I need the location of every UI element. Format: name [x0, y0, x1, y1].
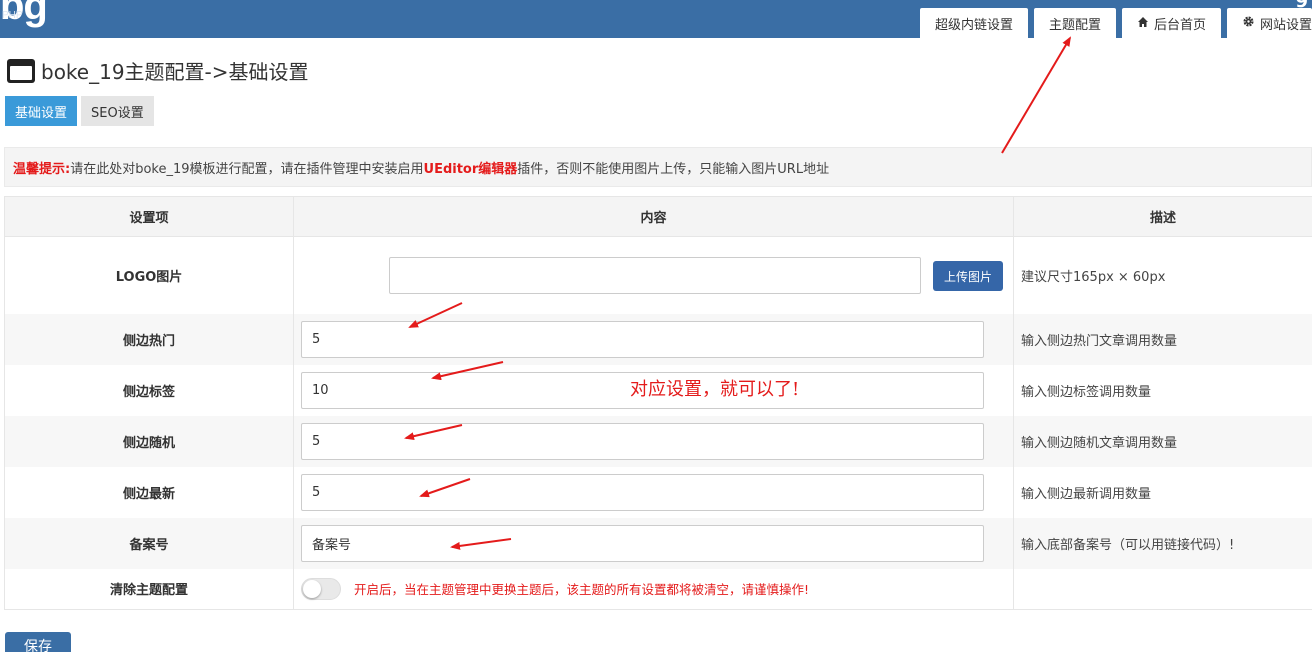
tab-super-links[interactable]: 超级内链设置 [919, 8, 1028, 38]
settings-table: 设置项 内容 描述 LOGO图片 上传图片 建议尺寸165px × 60px 侧… [4, 196, 1312, 610]
top-bar: bg PHP 9 超级内链设置 主题配置 后台首页 网站设置 [0, 0, 1312, 38]
row-content: 5 [293, 313, 1014, 365]
hot-count-input[interactable]: 5 [301, 320, 984, 358]
latest-count-input[interactable]: 5 [301, 473, 984, 511]
row-content: 5 [293, 466, 1014, 518]
row-desc [1013, 568, 1312, 610]
notice-bar: 温馨提示: 请在此处对boke_19模板进行配置，请在插件管理中安装启用 UEd… [4, 147, 1312, 187]
row-label: 侧边最新 [4, 466, 294, 518]
table-row-clear: 清除主题配置 开启后，当在主题管理中更换主题后，该主题的所有设置都将被清空，请谨… [4, 568, 1312, 610]
table-row-logo: LOGO图片 上传图片 建议尺寸165px × 60px [4, 236, 1312, 314]
row-desc: 输入底部备案号（可以用链接代码）! [1013, 517, 1312, 569]
row-desc: 输入侧边最新调用数量 [1013, 466, 1312, 518]
table-row-hot: 侧边热门 5 输入侧边热门文章调用数量 [4, 313, 1312, 365]
top-nav: 超级内链设置 主题配置 后台首页 网站设置 [914, 8, 1312, 38]
row-content: 开启后，当在主题管理中更换主题后，该主题的所有设置都将被清空，请谨慎操作! [293, 568, 1014, 610]
row-label: 侧边随机 [4, 415, 294, 467]
home-icon [1137, 16, 1149, 31]
row-desc: 建议尺寸165px × 60px [1013, 236, 1312, 314]
logo-url-input[interactable] [389, 257, 921, 294]
annotation-text: 对应设置，就可以了! [630, 379, 800, 400]
table-row-random: 侧边随机 5 输入侧边随机文章调用数量 [4, 415, 1312, 467]
random-count-input[interactable]: 5 [301, 422, 984, 460]
tab-label: 超级内链设置 [934, 17, 1013, 33]
tab-label: 主题配置 [1048, 17, 1101, 33]
table-row-icp: 备案号 备案号 输入底部备案号（可以用链接代码）! [4, 517, 1312, 569]
row-content: 备案号 [293, 517, 1014, 569]
row-content: 5 [293, 415, 1014, 467]
row-label: 侧边热门 [4, 313, 294, 365]
notice-text-2: 插件，否则不能使用图片上传，只能输入图片URL地址 [517, 161, 830, 177]
tab-label: 网站设置 [1259, 17, 1312, 33]
row-desc: 输入侧边标签调用数量 [1013, 364, 1312, 416]
subtab-basic[interactable]: 基础设置 [5, 96, 78, 126]
save-button[interactable]: 保存 [5, 632, 71, 652]
icp-number-input[interactable]: 备案号 [301, 524, 984, 562]
window-icon [7, 58, 35, 83]
tab-site-settings[interactable]: 网站设置 [1226, 8, 1312, 38]
upload-image-button[interactable]: 上传图片 [933, 261, 1003, 291]
row-content: 上传图片 [293, 236, 1014, 314]
notice-highlight: UEditor编辑器 [423, 161, 518, 177]
tab-admin-home[interactable]: 后台首页 [1121, 8, 1221, 38]
clear-config-warning: 开启后，当在主题管理中更换主题后，该主题的所有设置都将被清空，请谨慎操作! [354, 582, 810, 598]
sub-tabs: 基础设置 SEO设置 [5, 96, 158, 126]
toggle-knob [303, 579, 321, 598]
col-header-desc: 描述 [1013, 196, 1312, 237]
page-title: boke_19主题配置->基础设置 [7, 56, 309, 85]
arrow-to-theme-tab [1001, 36, 1072, 154]
row-label: 侧边标签 [4, 364, 294, 416]
gear-icon [1242, 15, 1255, 31]
notice-text-1: 请在此处对boke_19模板进行配置，请在插件管理中安装启用 [70, 161, 424, 177]
logo-subtitle: PHP [2, 10, 23, 21]
table-row-latest: 侧边最新 5 输入侧边最新调用数量 [4, 466, 1312, 518]
tab-theme-config[interactable]: 主题配置 [1033, 8, 1116, 38]
subtab-seo[interactable]: SEO设置 [81, 96, 154, 126]
page-title-text: boke_19主题配置->基础设置 [41, 60, 309, 84]
row-desc: 输入侧边随机文章调用数量 [1013, 415, 1312, 467]
row-desc: 输入侧边热门文章调用数量 [1013, 313, 1312, 365]
col-header-content: 内容 [293, 196, 1014, 237]
col-header-setting: 设置项 [4, 196, 294, 237]
clear-config-toggle[interactable] [301, 577, 341, 600]
table-header: 设置项 内容 描述 [4, 196, 1312, 237]
row-label: 备案号 [4, 517, 294, 569]
tab-label: 后台首页 [1153, 17, 1206, 33]
row-label: 清除主题配置 [4, 568, 294, 610]
notice-prefix: 温馨提示: [13, 161, 71, 177]
row-label: LOGO图片 [4, 236, 294, 314]
